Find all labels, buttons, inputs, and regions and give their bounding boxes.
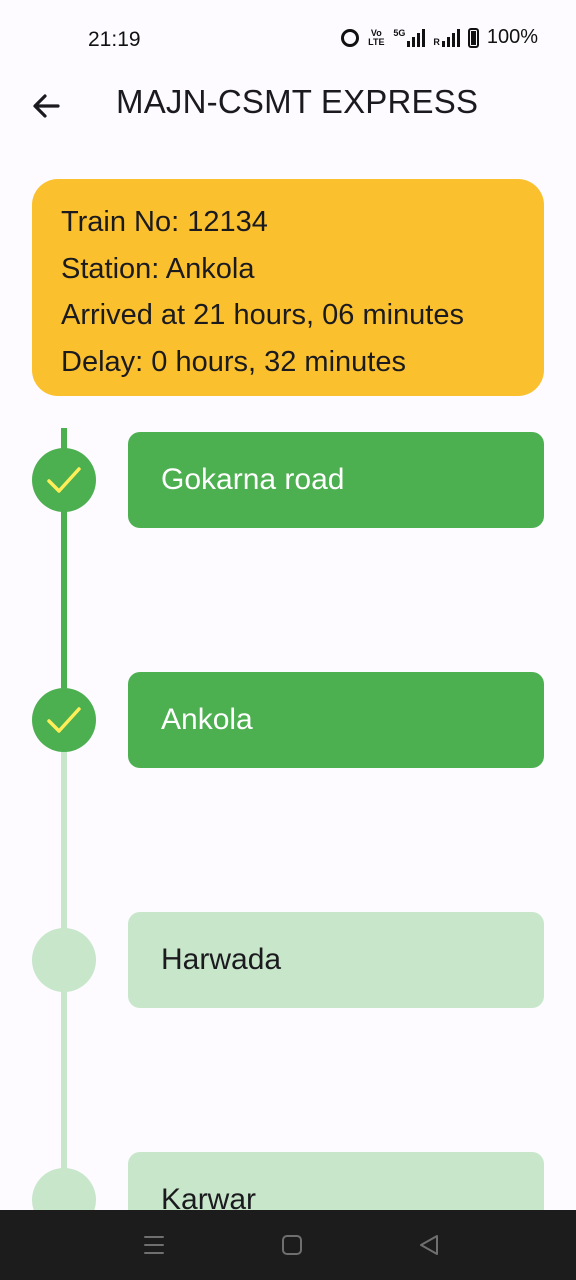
arrow-left-icon: [33, 94, 60, 118]
station-status-node: [32, 928, 96, 992]
delay-info: Delay: 0 hours, 32 minutes: [61, 345, 406, 378]
station-name: Ankola: [161, 703, 253, 736]
station-status-node: [32, 448, 96, 512]
status-bar: 21:19 Vo LTE 5G R 100%: [0, 0, 576, 78]
station-name: Harwada: [161, 943, 282, 976]
system-nav-bar: [0, 1210, 576, 1280]
network-type-label: 5G: [393, 27, 406, 38]
back-triangle-icon: [420, 1235, 438, 1255]
train-info-card: Train No: 12134 Station: Ankola Arrived …: [32, 179, 544, 396]
signal-5g-icon: 5G: [393, 27, 426, 47]
app-bar: MAJN-CSMT EXPRESS: [0, 78, 576, 126]
battery-percent: 100%: [486, 26, 538, 48]
back-button[interactable]: [24, 82, 68, 126]
volte-icon: Vo LTE: [368, 27, 385, 47]
arrival-time: Arrived at 21 hours, 06 minutes: [61, 299, 464, 331]
station-card[interactable]: Harwada: [128, 912, 544, 1008]
home-button[interactable]: [279, 1232, 305, 1258]
battery-icon: [467, 27, 479, 48]
station-card[interactable]: Karwar: [128, 1152, 544, 1210]
menu-icon: [144, 1236, 164, 1254]
train-number: Train No: 12134: [61, 206, 268, 238]
station-status-node: [32, 688, 96, 752]
status-icons: Vo LTE 5G R 100%: [341, 26, 538, 49]
station-name: Gokarna road: [161, 463, 345, 496]
home-square-icon: [282, 1235, 302, 1255]
page-title: MAJN-CSMT EXPRESS: [116, 83, 479, 120]
station-status-node: [32, 1168, 96, 1210]
check-icon: [47, 707, 81, 733]
check-icon: [47, 467, 81, 493]
station-card[interactable]: Ankola: [128, 672, 544, 768]
system-back-button[interactable]: [416, 1232, 442, 1258]
station-timeline: Gokarna road Ankola Harwada Karwar: [0, 428, 576, 1210]
status-time: 21:19: [88, 28, 141, 51]
roaming-label: R: [433, 36, 440, 47]
current-station: Station: Ankola: [61, 252, 255, 285]
signal-roaming-icon: R: [433, 28, 460, 47]
alarm-icon: [341, 28, 360, 47]
station-name: Karwar: [161, 1183, 257, 1210]
station-card[interactable]: Gokarna road: [128, 432, 544, 528]
recents-button[interactable]: [141, 1232, 167, 1258]
